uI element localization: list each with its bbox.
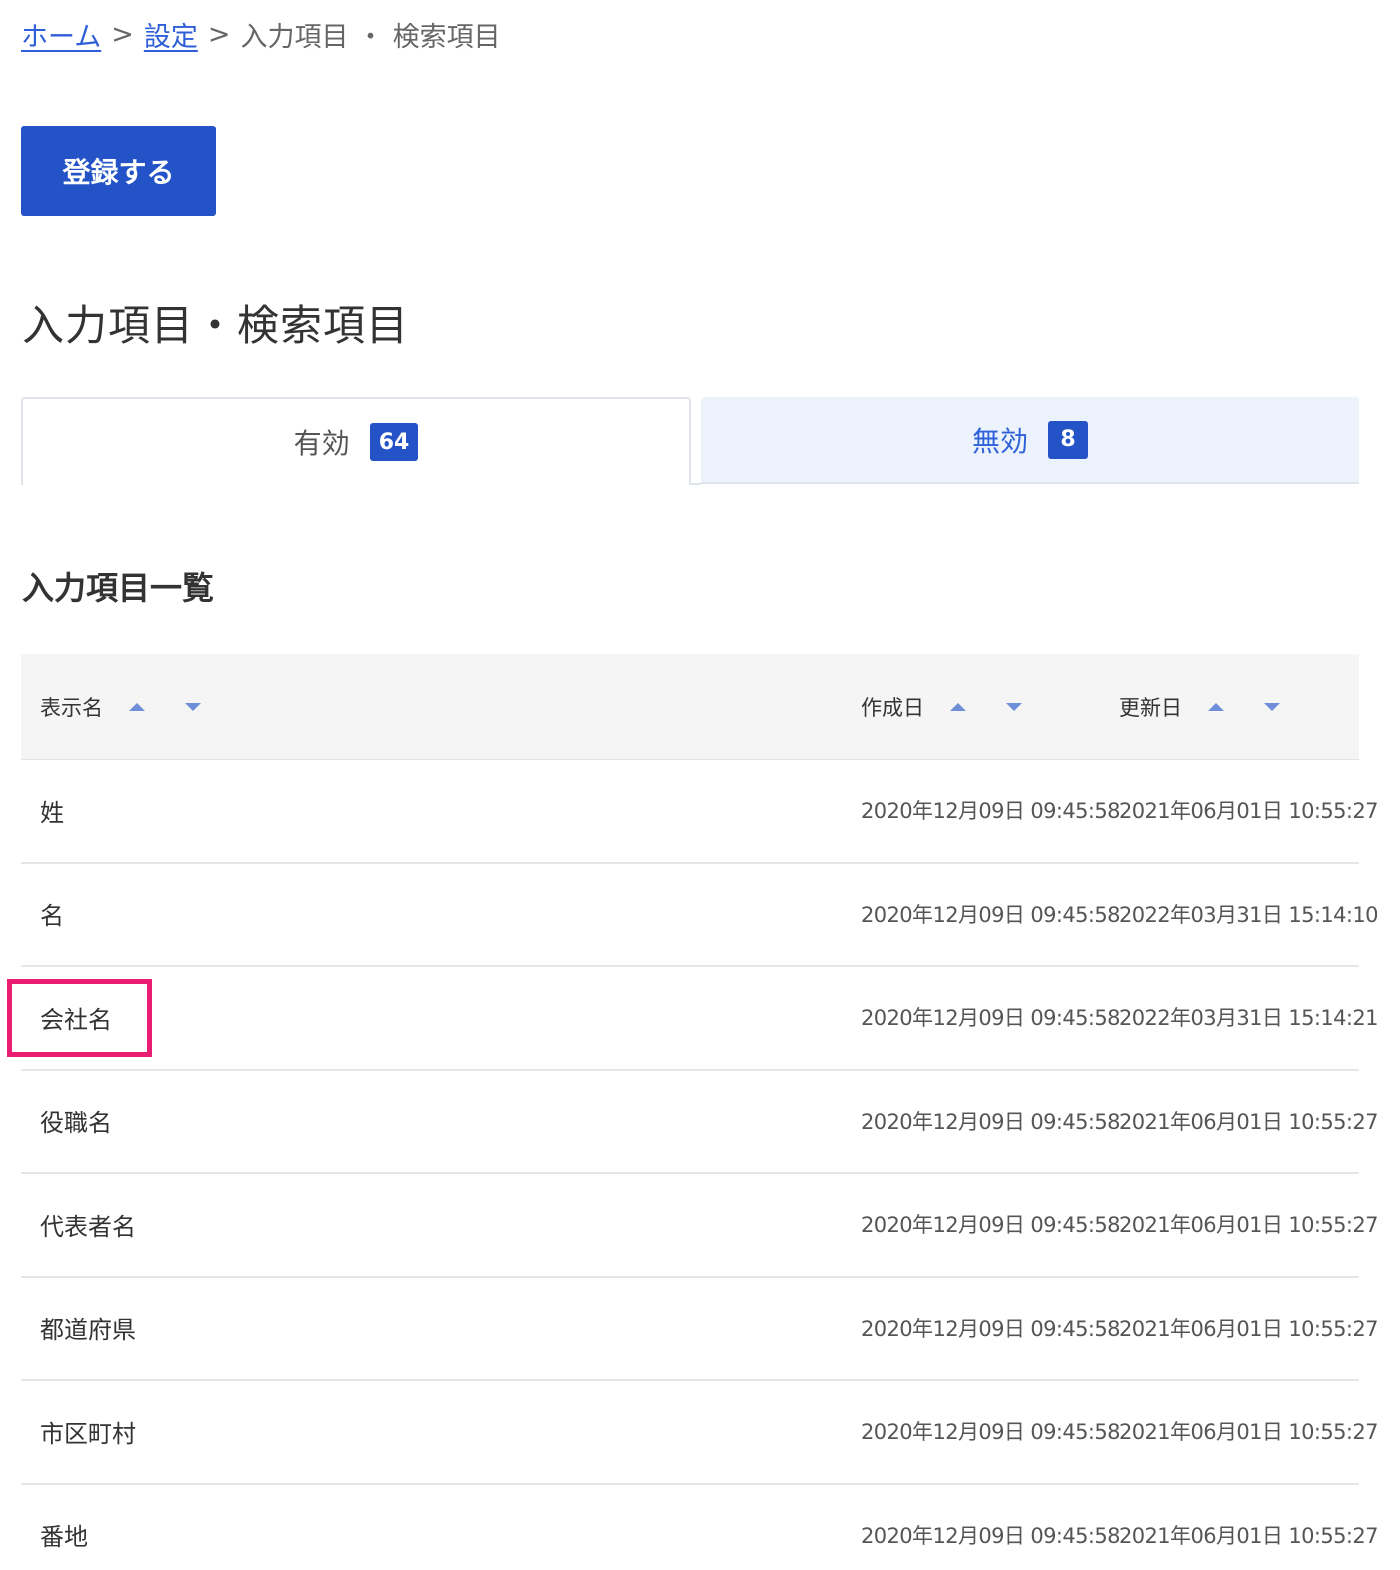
input-items-table: 表示名 作成日 更新日 姓 2020年12月09日 09:45:58 2021年… (21, 654, 1378, 1570)
row-created-date: 2020年12月09日 09:45:58 (861, 1109, 1120, 1134)
page-title: 入力項目・検索項目 (22, 301, 410, 350)
tab-inactive-count-badge: 8 (1048, 420, 1088, 459)
row-updated-date: 2022年03月31日 15:14:10 (1119, 902, 1378, 927)
column-header-name: 表示名 (40, 654, 201, 760)
row-updated-date: 2021年06月01日 10:55:27 (1119, 1523, 1378, 1548)
sort-controls-created (950, 703, 1022, 711)
tab-active[interactable]: 有効 64 (21, 397, 691, 485)
row-created-date: 2020年12月09日 09:45:58 (861, 1523, 1120, 1548)
row-updated-date: 2021年06月01日 10:55:27 (1119, 1316, 1378, 1341)
row-name-link[interactable]: 名 (40, 864, 64, 964)
table-row[interactable]: 代表者名 2020年12月09日 09:45:58 2021年06月01日 10… (21, 1174, 1378, 1278)
row-name-link[interactable]: 姓 (40, 760, 64, 860)
row-updated-date: 2021年06月01日 10:55:27 (1119, 1109, 1378, 1134)
row-name-link[interactable]: 番地 (40, 1485, 88, 1570)
sort-descending-icon[interactable] (1264, 703, 1280, 711)
breadcrumb-current: 入力項目 ・ 検索項目 (240, 21, 501, 53)
breadcrumb-settings-link[interactable]: 設定 (144, 15, 198, 54)
row-created-date: 2020年12月09日 09:45:58 (861, 902, 1120, 927)
row-updated-date: 2021年06月01日 10:55:27 (1119, 799, 1378, 823)
sort-descending-icon[interactable] (1006, 703, 1022, 711)
row-name-link[interactable]: 都道府県 (40, 1278, 136, 1378)
table-row[interactable]: 姓 2020年12月09日 09:45:58 2021年06月01日 10:55… (21, 760, 1378, 864)
column-header-created: 作成日 (861, 654, 1022, 760)
sort-controls-updated (1208, 703, 1280, 711)
register-button[interactable]: 登録する (21, 126, 216, 216)
column-header-name-label: 表示名 (40, 696, 103, 720)
sort-ascending-icon[interactable] (129, 703, 145, 711)
tab-inactive[interactable]: 無効 8 (701, 397, 1359, 484)
sort-descending-icon[interactable] (185, 703, 201, 711)
tab-inactive-label: 無効 (971, 424, 1028, 458)
breadcrumb: ホーム > 設定 > 入力項目 ・ 検索項目 (21, 14, 501, 54)
column-header-updated: 更新日 (1119, 654, 1280, 760)
status-tabs: 有効 64 無効 8 (21, 397, 1359, 485)
row-name-link[interactable]: 市区町村 (40, 1381, 136, 1481)
row-name-link[interactable]: 代表者名 (40, 1174, 136, 1274)
row-created-date: 2020年12月09日 09:45:58 (861, 1316, 1120, 1341)
table-row[interactable]: 役職名 2020年12月09日 09:45:58 2021年06月01日 10:… (21, 1071, 1378, 1174)
row-created-date: 2020年12月09日 09:45:58 (861, 1006, 1120, 1030)
row-name-link[interactable]: 役職名 (40, 1071, 112, 1171)
sort-ascending-icon[interactable] (1208, 703, 1224, 711)
tab-active-count-badge: 64 (369, 423, 419, 461)
table-row[interactable]: 市区町村 2020年12月09日 09:45:58 2021年06月01日 10… (21, 1381, 1378, 1485)
row-updated-date: 2022年03月31日 15:14:21 (1119, 1006, 1378, 1030)
row-updated-date: 2021年06月01日 10:55:27 (1119, 1420, 1378, 1444)
highlight-annotation-box (7, 979, 152, 1057)
breadcrumb-separator: > (111, 18, 134, 50)
section-title: 入力項目一覧 (22, 569, 215, 607)
table-row[interactable]: 名 2020年12月09日 09:45:58 2022年03月31日 15:14… (21, 864, 1378, 967)
row-updated-date: 2021年06月01日 10:55:27 (1119, 1213, 1378, 1237)
tab-active-label: 有効 (293, 427, 350, 460)
sort-ascending-icon[interactable] (950, 703, 966, 711)
sort-controls-name (129, 703, 201, 711)
row-created-date: 2020年12月09日 09:45:58 (861, 799, 1120, 823)
breadcrumb-separator: > (207, 18, 231, 50)
row-created-date: 2020年12月09日 09:45:58 (861, 1213, 1120, 1237)
table-row[interactable]: 番地 2020年12月09日 09:45:58 2021年06月01日 10:5… (21, 1485, 1378, 1570)
table-row[interactable]: 都道府県 2020年12月09日 09:45:58 2021年06月01日 10… (21, 1278, 1378, 1381)
breadcrumb-home-link[interactable]: ホーム (21, 15, 101, 54)
tab-divider (691, 483, 701, 485)
column-header-updated-label: 更新日 (1119, 696, 1182, 720)
table-row[interactable]: 会社名 2020年12月09日 09:45:58 2022年03月31日 15:… (21, 967, 1378, 1071)
row-created-date: 2020年12月09日 09:45:58 (861, 1420, 1120, 1444)
table-header: 表示名 作成日 更新日 (21, 654, 1359, 760)
column-header-created-label: 作成日 (861, 696, 924, 720)
